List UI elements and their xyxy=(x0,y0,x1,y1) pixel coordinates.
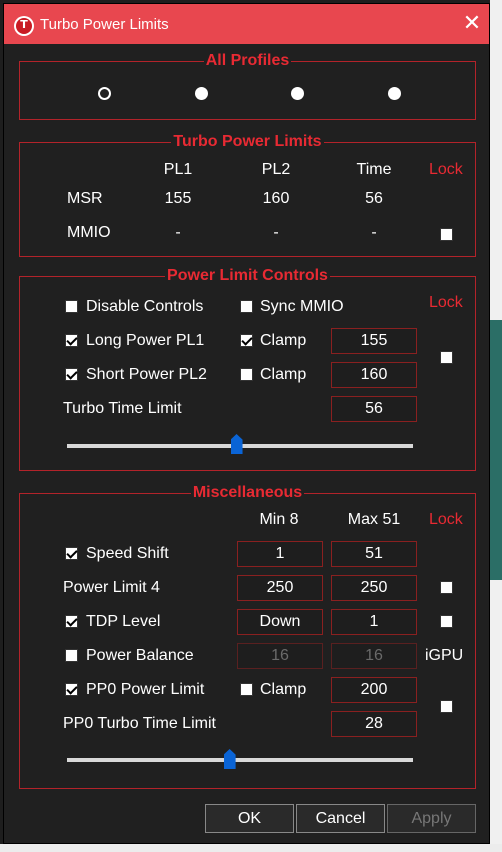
msr-pl2-value: 160 xyxy=(262,190,290,207)
speed-shift-checkbox[interactable] xyxy=(65,547,78,560)
power-limit-4-label: Power Limit 4 xyxy=(63,579,160,596)
pl1-clamp-checkbox[interactable] xyxy=(240,334,253,347)
background-image-strip xyxy=(490,320,502,580)
title-bar[interactable]: T Turbo Power Limits ✕ xyxy=(4,4,489,44)
mmio-pl1-value: - xyxy=(175,224,181,241)
disable-controls-checkbox[interactable] xyxy=(65,300,78,313)
msr-label: MSR xyxy=(67,190,103,207)
pp0-turbo-time-slider-thumb[interactable] xyxy=(223,749,236,769)
mmio-lock-checkbox[interactable] xyxy=(440,228,453,241)
profile-radio-2[interactable] xyxy=(195,87,208,100)
msr-pl1-value: 155 xyxy=(164,190,192,207)
tdp-level-min-field[interactable]: Down xyxy=(237,609,323,635)
all-profiles-group: All Profiles xyxy=(19,52,476,120)
turbo-time-slider-thumb[interactable] xyxy=(230,434,243,454)
mmio-label: MMIO xyxy=(67,224,111,241)
speed-shift-max-field[interactable]: 51 xyxy=(331,541,417,567)
tdp-level-label[interactable]: TDP Level xyxy=(86,612,160,632)
pl2-clamp-checkbox[interactable] xyxy=(240,368,253,381)
pl2-value-field[interactable]: 160 xyxy=(331,362,417,388)
time-header: Time xyxy=(356,161,392,178)
disable-controls-label[interactable]: Disable Controls xyxy=(86,297,203,317)
power-limit-4-min-field[interactable]: 250 xyxy=(237,575,323,601)
lock-header: Lock xyxy=(429,161,463,178)
pp0-clamp-label[interactable]: Clamp xyxy=(260,680,306,700)
long-power-pl1-checkbox[interactable] xyxy=(65,334,78,347)
power-limit-controls-title: Power Limit Controls xyxy=(165,267,330,284)
profile-radio-1[interactable] xyxy=(98,87,111,100)
speed-shift-min-field[interactable]: 1 xyxy=(237,541,323,567)
window-title: Turbo Power Limits xyxy=(40,16,169,33)
profile-radio-4[interactable] xyxy=(388,87,401,100)
short-power-pl2-label[interactable]: Short Power PL2 xyxy=(86,365,207,385)
controls-lock-header: Lock xyxy=(429,294,463,311)
pp0-lock-checkbox[interactable] xyxy=(440,700,453,713)
power-balance-label[interactable]: Power Balance xyxy=(86,646,194,666)
max-header: Max 51 xyxy=(347,511,401,528)
pl1-value-field[interactable]: 155 xyxy=(331,328,417,354)
pp0-power-limit-checkbox[interactable] xyxy=(65,683,78,696)
controls-lock-checkbox[interactable] xyxy=(440,351,453,364)
msr-time-value: 56 xyxy=(365,190,383,207)
min-header: Min 8 xyxy=(259,511,299,528)
pl1-clamp-label[interactable]: Clamp xyxy=(260,331,306,351)
pp0-turbo-time-limit-label: PP0 Turbo Time Limit xyxy=(63,715,216,732)
short-power-pl2-checkbox[interactable] xyxy=(65,368,78,381)
all-profiles-title: All Profiles xyxy=(203,52,292,69)
pl1-header: PL1 xyxy=(163,161,193,178)
turbo-time-value-field[interactable]: 56 xyxy=(331,396,417,422)
apply-button[interactable]: Apply xyxy=(387,804,476,833)
pl2-header: PL2 xyxy=(261,161,291,178)
power-balance-max-field: 16 xyxy=(331,643,417,669)
power-balance-min-field: 16 xyxy=(237,643,323,669)
close-icon[interactable]: ✕ xyxy=(459,10,485,38)
mmio-pl2-value: - xyxy=(273,224,279,241)
turbo-power-limits-group: Turbo Power Limits PL1 PL2 Time Lock MSR… xyxy=(19,133,476,257)
power-limit-4-lock-checkbox[interactable] xyxy=(440,581,453,594)
miscellaneous-group: Miscellaneous Min 8 Max 51 Lock Speed Sh… xyxy=(19,484,476,789)
tdp-level-lock-checkbox[interactable] xyxy=(440,615,453,628)
pp0-turbo-time-value-field[interactable]: 28 xyxy=(331,711,417,737)
app-logo-letter: T xyxy=(20,18,28,31)
speed-shift-label[interactable]: Speed Shift xyxy=(86,544,169,564)
turbo-time-limit-label: Turbo Time Limit xyxy=(63,400,182,417)
long-power-pl1-label[interactable]: Long Power PL1 xyxy=(86,331,204,351)
app-logo-icon: T xyxy=(14,16,34,36)
profile-radio-3[interactable] xyxy=(291,87,304,100)
pp0-power-limit-label[interactable]: PP0 Power Limit xyxy=(86,680,204,700)
sync-mmio-checkbox[interactable] xyxy=(240,300,253,313)
power-limit-controls-group: Power Limit Controls Lock Disable Contro… xyxy=(19,267,476,471)
mmio-time-value: - xyxy=(371,224,377,241)
power-balance-checkbox[interactable] xyxy=(65,649,78,662)
pl2-clamp-label[interactable]: Clamp xyxy=(260,365,306,385)
background-window-edge xyxy=(490,0,502,852)
turbo-power-limits-title: Turbo Power Limits xyxy=(171,133,324,150)
tdp-level-max-field[interactable]: 1 xyxy=(331,609,417,635)
cancel-button[interactable]: Cancel xyxy=(296,804,385,833)
tdp-level-checkbox[interactable] xyxy=(65,615,78,628)
power-limit-4-max-field[interactable]: 250 xyxy=(331,575,417,601)
pp0-clamp-checkbox[interactable] xyxy=(240,683,253,696)
pp0-value-field[interactable]: 200 xyxy=(331,677,417,703)
igpu-label: iGPU xyxy=(425,647,464,664)
ok-button[interactable]: OK xyxy=(205,804,294,833)
miscellaneous-title: Miscellaneous xyxy=(190,484,305,501)
sync-mmio-label[interactable]: Sync MMIO xyxy=(260,297,344,317)
background-window-bottom xyxy=(0,844,502,852)
pp0-turbo-time-slider-track[interactable] xyxy=(67,758,413,762)
turbo-power-limits-dialog: T Turbo Power Limits ✕ All Profiles Turb… xyxy=(3,3,490,844)
misc-lock-header: Lock xyxy=(429,511,463,528)
